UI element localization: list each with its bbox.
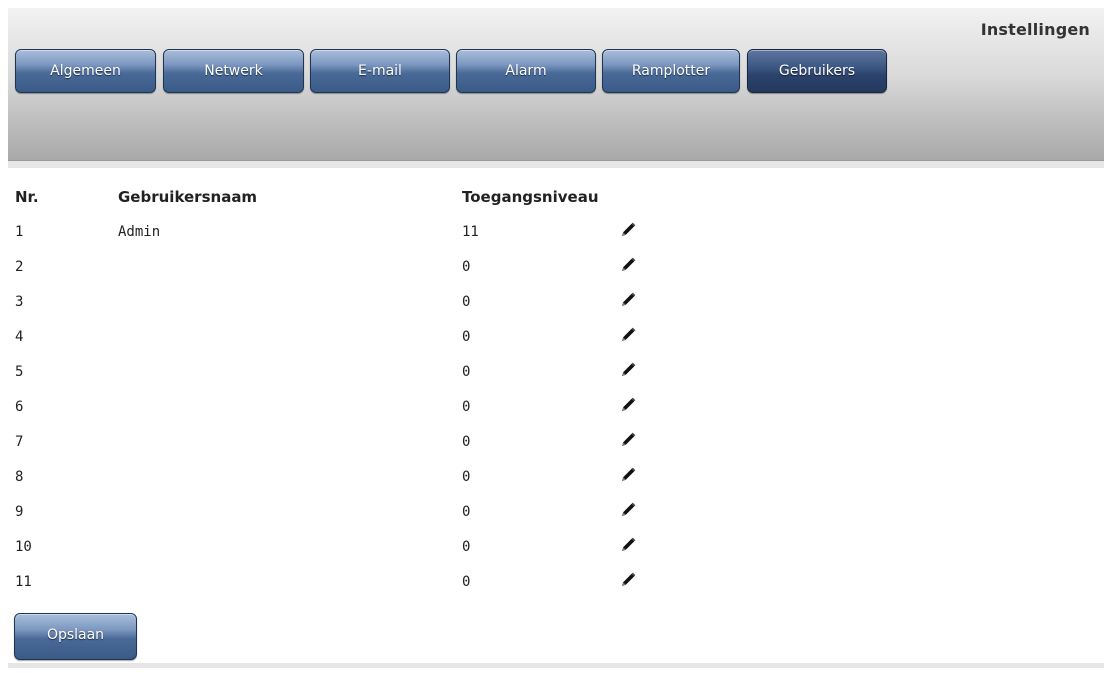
edit-cell: [618, 564, 658, 599]
column-header-nr: Nr.: [15, 188, 39, 206]
user-access-level: 11: [462, 223, 479, 240]
user-name: [118, 529, 462, 564]
pencil-icon[interactable]: [618, 535, 638, 555]
user-nr: 10: [15, 538, 32, 555]
table-row: 10 0: [15, 529, 658, 564]
table-row: 30: [15, 284, 658, 319]
user-nr: 7: [15, 433, 24, 450]
pencil-icon[interactable]: [618, 430, 638, 450]
table-row: 90: [15, 494, 658, 529]
user-nr: 6: [15, 398, 24, 415]
user-access-level: 0: [462, 258, 471, 275]
user-access-level: 0: [462, 468, 471, 485]
table-row: 50: [15, 354, 658, 389]
user-access-level: 0: [462, 503, 471, 520]
page-title: Instellingen: [980, 20, 1090, 39]
column-header-edit: [618, 180, 658, 214]
pencil-icon[interactable]: [618, 220, 638, 240]
table-row: 40: [15, 319, 658, 354]
user-name: [118, 284, 462, 319]
user-name: [118, 249, 462, 284]
user-nr: 2: [15, 258, 24, 275]
edit-cell: [618, 354, 658, 389]
table-row: 70: [15, 424, 658, 459]
user-nr: 5: [15, 363, 24, 380]
tab-e-mail[interactable]: E-mail: [310, 49, 450, 93]
edit-cell: [618, 284, 658, 319]
users-content: Nr. Gebruikersnaam Toegangsniveau 1 Admin…: [8, 168, 1104, 663]
tab-algemeen[interactable]: Algemeen: [15, 49, 156, 93]
user-nr: 3: [15, 293, 24, 310]
pencil-icon[interactable]: [618, 395, 638, 415]
pencil-icon[interactable]: [618, 290, 638, 310]
user-access-level: 0: [462, 363, 471, 380]
pencil-icon[interactable]: [618, 360, 638, 380]
user-access-level: 0: [462, 538, 471, 555]
user-name: [118, 319, 462, 354]
user-name: [118, 494, 462, 529]
edit-cell: [618, 214, 658, 249]
user-access-level: 0: [462, 293, 471, 310]
save-button[interactable]: Opslaan: [14, 613, 137, 660]
users-table: Nr. Gebruikersnaam Toegangsniveau 1 Admin…: [15, 180, 658, 599]
user-name: [118, 389, 462, 424]
pencil-icon[interactable]: [618, 500, 638, 520]
tab-alarm[interactable]: Alarm: [456, 49, 596, 93]
user-nr: 8: [15, 468, 24, 485]
users-table-body: 1 Admin 11 2 0 3 0 4 0 5 0 6 0 7 0 8 0 9 0 10 0 11 0: [15, 214, 658, 599]
tab-ramplotter[interactable]: Ramplotter: [602, 49, 740, 93]
user-access-level: 0: [462, 573, 471, 590]
pencil-icon[interactable]: [618, 255, 638, 275]
user-nr: 1: [15, 223, 24, 240]
user-nr: 4: [15, 328, 24, 345]
user-nr: 11: [15, 573, 32, 590]
edit-cell: [618, 249, 658, 284]
user-name: [118, 424, 462, 459]
user-name: [118, 354, 462, 389]
table-row: 80: [15, 459, 658, 494]
user-nr: 9: [15, 503, 24, 520]
edit-cell: [618, 424, 658, 459]
user-access-level: 0: [462, 328, 471, 345]
edit-cell: [618, 319, 658, 354]
user-name: Admin: [118, 223, 161, 240]
user-access-level: 0: [462, 433, 471, 450]
user-name: [118, 564, 462, 599]
user-access-level: 0: [462, 398, 471, 415]
table-row: 11 0: [15, 564, 658, 599]
tab-netwerk[interactable]: Netwerk: [163, 49, 304, 93]
table-row: 60: [15, 389, 658, 424]
edit-cell: [618, 459, 658, 494]
pencil-icon[interactable]: [618, 325, 638, 345]
tab-gebruikers[interactable]: Gebruikers: [747, 49, 887, 93]
table-row: 1 Admin 11: [15, 214, 658, 249]
edit-cell: [618, 389, 658, 424]
table-header-row: Nr. Gebruikersnaam Toegangsniveau: [15, 180, 658, 214]
pencil-icon[interactable]: [618, 465, 638, 485]
settings-panel: Instellingen Algemeen Netwerk E-mail Ala…: [8, 8, 1104, 668]
column-header-access-level: Toegangsniveau: [462, 188, 599, 206]
edit-cell: [618, 494, 658, 529]
settings-header: Instellingen Algemeen Netwerk E-mail Ala…: [8, 8, 1104, 161]
user-name: [118, 459, 462, 494]
column-header-username: Gebruikersnaam: [118, 188, 258, 206]
table-row: 20: [15, 249, 658, 284]
edit-cell: [618, 529, 658, 564]
pencil-icon[interactable]: [618, 570, 638, 590]
